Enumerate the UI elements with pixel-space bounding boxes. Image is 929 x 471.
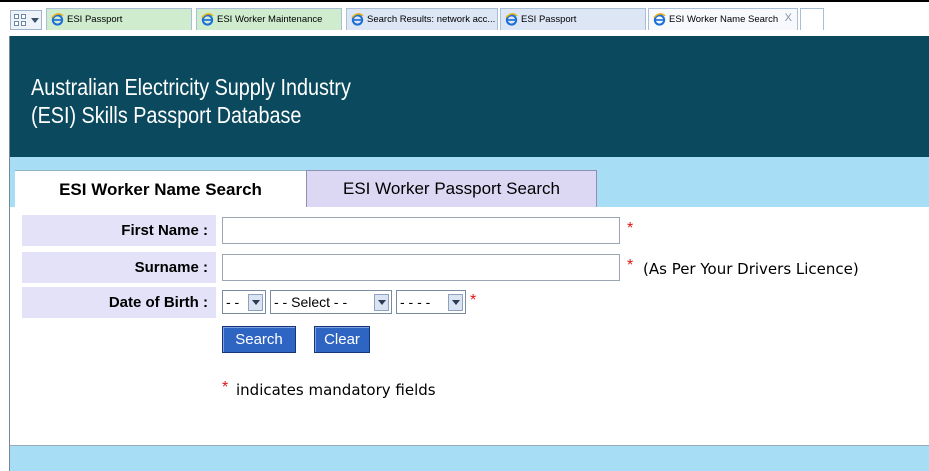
dob-year-value: - - - - xyxy=(400,294,431,310)
dob-month-select[interactable]: - - Select - - xyxy=(270,290,392,314)
internet-explorer-icon xyxy=(51,13,64,26)
tab-worker-name-search[interactable]: ESI Worker Name Search xyxy=(15,170,306,208)
dob-day-value: - - xyxy=(226,294,240,310)
browser-tab-worker-maintenance[interactable]: ESI Worker Maintenance xyxy=(196,8,342,30)
internet-explorer-icon xyxy=(653,13,666,26)
tab-worker-passport-search[interactable]: ESI Worker Passport Search xyxy=(306,170,597,207)
required-marker: * xyxy=(627,257,634,274)
window-top-border xyxy=(0,0,929,2)
browser-tab-strip: ESI Passport ESI Worker Maintenance Sear… xyxy=(0,0,929,36)
browser-tab-search-results[interactable]: Search Results: network acc... xyxy=(346,8,498,30)
quick-tabs-grid-icon xyxy=(14,14,26,26)
clear-button[interactable]: Clear xyxy=(314,326,370,353)
browser-tab-label: ESI Passport xyxy=(521,14,577,25)
chevron-down-icon xyxy=(374,294,389,311)
required-marker: * xyxy=(627,220,634,237)
surname-hint: (As Per Your Drivers Licence) xyxy=(643,260,859,278)
first-name-input[interactable] xyxy=(222,217,620,244)
new-tab-button[interactable] xyxy=(800,8,824,30)
browser-tab-label: ESI Worker Name Search xyxy=(669,14,779,25)
page-footer xyxy=(10,446,929,471)
site-title-line-1: Australian Electricity Supply Industry xyxy=(31,74,351,100)
required-marker: * xyxy=(470,292,477,309)
quick-tabs-button[interactable] xyxy=(10,10,42,30)
dob-month-value: - - Select - - xyxy=(274,294,348,310)
search-button[interactable]: Search xyxy=(222,326,296,353)
browser-tab-esi-passport-2[interactable]: ESI Passport xyxy=(500,8,646,30)
browser-tab-label: ESI Worker Maintenance xyxy=(217,14,323,25)
internet-explorer-icon xyxy=(201,13,214,26)
first-name-label: First Name : xyxy=(22,215,216,246)
mandatory-fields-note: indicates mandatory fields xyxy=(236,381,436,399)
surname-input[interactable] xyxy=(222,254,620,281)
internet-explorer-icon xyxy=(505,13,518,26)
date-of-birth-label: Date of Birth : xyxy=(22,287,216,318)
close-tab-icon[interactable]: X xyxy=(785,12,792,24)
required-marker: * xyxy=(222,379,229,396)
dob-day-select[interactable]: - - xyxy=(222,290,266,314)
tab-list-dropdown-icon[interactable] xyxy=(31,17,39,23)
browser-tab-worker-name-search[interactable]: ESI Worker Name Search X xyxy=(648,8,798,30)
browser-tab-label: Search Results: network acc... xyxy=(367,14,496,25)
site-title-line-2: (ESI) Skills Passport Database xyxy=(31,102,302,128)
browser-tab-label: ESI Passport xyxy=(67,14,123,25)
internet-explorer-icon xyxy=(351,13,364,26)
surname-label: Surname : xyxy=(22,252,216,283)
browser-tab-esi-passport[interactable]: ESI Passport xyxy=(46,8,192,30)
site-header: Australian Electricity Supply Industry (… xyxy=(10,36,929,157)
chevron-down-icon xyxy=(248,294,263,311)
dob-year-select[interactable]: - - - - xyxy=(396,290,466,314)
chevron-down-icon xyxy=(448,294,463,311)
